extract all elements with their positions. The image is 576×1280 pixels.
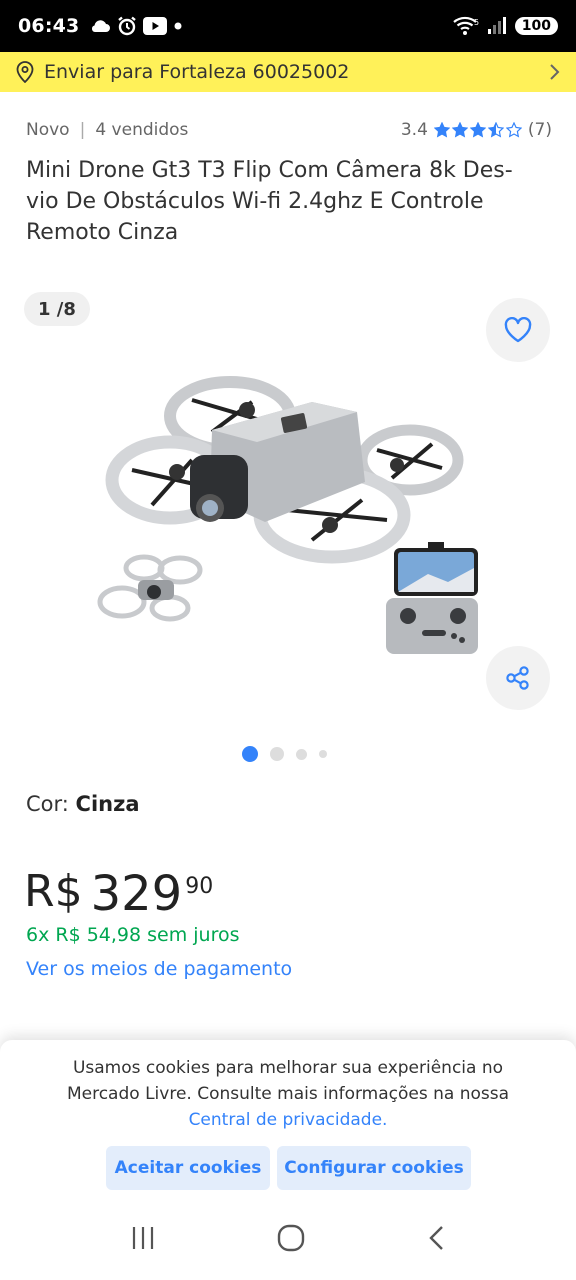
gallery-pagination-dots (242, 746, 327, 762)
alarm-icon (118, 16, 137, 36)
product-price: R$ 329 90 (24, 866, 213, 922)
pagination-dot[interactable] (270, 747, 284, 761)
star-full-icon (451, 122, 468, 138)
cookie-message: Usamos cookies para melhorar sua experiê… (50, 1055, 526, 1133)
cookie-message-line: Usamos cookies para melhorar sua experiê… (72, 1058, 504, 1078)
price-integer: 329 (90, 866, 183, 922)
gallery-counter: 1 /8 (24, 292, 90, 326)
price-currency: R$ (24, 866, 83, 917)
star-full-icon (469, 122, 486, 138)
pagination-dot[interactable] (296, 748, 307, 760)
color-value: Cinza (75, 792, 140, 816)
meta-separator: | (79, 120, 86, 140)
share-button[interactable] (486, 646, 550, 710)
battery-indicator: 100 (514, 17, 558, 35)
accept-cookies-button[interactable]: Aceitar cookies (106, 1146, 270, 1190)
shipping-address-bar[interactable]: Enviar para Fortaleza 60025002 (0, 52, 576, 92)
status-system-icons: 5 100 (453, 16, 558, 36)
back-icon[interactable] (425, 1224, 447, 1252)
star-empty-icon (505, 122, 522, 138)
cloud-icon (92, 20, 111, 32)
star-full-icon (433, 122, 450, 138)
system-navigation-bar (0, 1196, 576, 1280)
privacy-center-link[interactable]: Central de privacidade. (189, 1110, 388, 1130)
share-icon (506, 666, 529, 690)
product-condition: Novo (26, 120, 70, 140)
youtube-icon (143, 17, 168, 35)
status-time: 06:43 (18, 15, 80, 37)
pagination-dot-active[interactable] (242, 746, 258, 762)
review-count: (7) (527, 120, 552, 140)
product-sold-count: 4 vendidos (95, 120, 189, 140)
rating-value: 3.4 (400, 120, 428, 140)
location-pin-icon (16, 61, 34, 83)
heart-icon (504, 317, 532, 343)
rating-stars (433, 122, 522, 138)
payment-methods-link[interactable]: Ver os meios de pagamento (26, 958, 292, 980)
svg-text:5: 5 (474, 18, 479, 27)
signal-icon (487, 17, 506, 34)
more-notifications-dot-icon (174, 22, 182, 30)
color-selection[interactable]: Cor: Cinza (26, 792, 140, 816)
cookie-message-line: Mercado Livre. Consulte mais informações… (66, 1084, 510, 1104)
pagination-dot[interactable] (319, 750, 327, 758)
home-icon[interactable] (276, 1223, 306, 1253)
product-title-line: Mini Drone Gt3 T3 Flip Com Câmera 8k Des… (26, 158, 513, 183)
installments-text: 6x R$ 54,98 sem juros (26, 924, 240, 946)
shipping-address-text: Enviar para Fortaleza 60025002 (44, 61, 350, 83)
recent-apps-icon[interactable] (129, 1225, 157, 1251)
product-rating[interactable]: 3.4 (7) (401, 120, 552, 140)
status-bar: 06:43 5 100 (0, 0, 576, 52)
favorite-button[interactable] (486, 298, 550, 362)
product-meta-row: Novo | 4 vendidos 3.4 (7) (26, 120, 552, 140)
chevron-right-icon (550, 64, 560, 80)
product-title-line: vio De Obstáculos Wi-fi 2.4ghz E Control… (26, 189, 484, 214)
product-title-line: Remoto Cinza (26, 220, 179, 245)
product-title: Mini Drone Gt3 T3 Flip Com Câmera 8k Des… (26, 155, 546, 248)
configure-cookies-button[interactable]: Configurar cookies (277, 1146, 471, 1190)
product-image-gallery[interactable] (92, 360, 484, 670)
color-label: Cor: (26, 792, 69, 816)
status-notification-icons (89, 16, 183, 36)
wifi-icon: 5 (453, 16, 479, 35)
price-cents: 90 (185, 874, 214, 899)
product-image-drone (97, 376, 478, 654)
star-half-icon (487, 122, 504, 138)
